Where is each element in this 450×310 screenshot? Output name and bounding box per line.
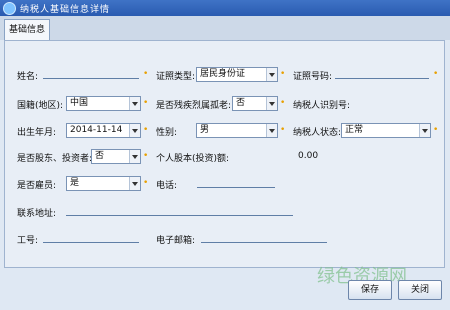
employee-select[interactable]: 是 bbox=[66, 176, 141, 191]
required-marker: • bbox=[280, 98, 286, 108]
job-no-label: 工号: bbox=[17, 236, 39, 246]
close-button[interactable]: 关闭 bbox=[398, 280, 442, 300]
birth-label: 出生年月: bbox=[17, 128, 57, 138]
required-marker: • bbox=[143, 125, 149, 135]
gender-select[interactable]: 男 bbox=[196, 123, 278, 138]
chevron-down-icon[interactable] bbox=[129, 124, 140, 137]
id-type-select[interactable]: 居民身份证 bbox=[196, 67, 278, 82]
chevron-down-icon[interactable] bbox=[266, 97, 277, 110]
id-number-input[interactable] bbox=[335, 78, 429, 79]
address-input[interactable] bbox=[66, 215, 293, 216]
chevron-down-icon[interactable] bbox=[266, 68, 277, 81]
shareholder-value: 否 bbox=[95, 151, 105, 161]
chevron-down-icon[interactable] bbox=[129, 177, 140, 190]
disabled-select[interactable]: 否 bbox=[232, 96, 278, 111]
tab-basic-info[interactable]: 基础信息 bbox=[4, 19, 51, 40]
required-marker: • bbox=[280, 125, 286, 135]
nationality-value: 中国 bbox=[70, 98, 89, 108]
phone-label: 电话: bbox=[156, 181, 178, 191]
equity-label: 个人股本(投资)额: bbox=[156, 154, 230, 164]
chevron-down-icon[interactable] bbox=[129, 97, 140, 110]
name-input[interactable] bbox=[43, 78, 139, 79]
chevron-down-icon[interactable] bbox=[419, 124, 430, 137]
nationality-select[interactable]: 中国 bbox=[66, 96, 141, 111]
id-number-label: 证照号码: bbox=[293, 72, 333, 82]
equity-value: 0.00 bbox=[298, 151, 319, 161]
form-panel: 姓名: • 证照类型: 居民身份证 • 证照号码: • 国籍(地区): 中国 •… bbox=[4, 40, 445, 268]
address-label: 联系地址: bbox=[17, 209, 57, 219]
employee-value: 是 bbox=[70, 178, 80, 188]
chevron-down-icon[interactable] bbox=[129, 150, 140, 163]
required-marker: • bbox=[143, 178, 149, 188]
id-type-label: 证照类型: bbox=[156, 72, 196, 82]
email-input[interactable] bbox=[201, 242, 327, 243]
disabled-label: 是否残疾烈属孤老: bbox=[156, 101, 232, 111]
job-no-input[interactable] bbox=[43, 242, 139, 243]
status-label: 纳税人状态: bbox=[293, 128, 342, 138]
tab-bar: 基础信息 bbox=[0, 16, 450, 40]
required-marker: • bbox=[143, 98, 149, 108]
nationality-label: 国籍(地区): bbox=[17, 101, 64, 111]
phone-input[interactable] bbox=[197, 187, 275, 188]
disabled-value: 否 bbox=[236, 98, 246, 108]
email-label: 电子邮箱: bbox=[156, 236, 196, 246]
employee-label: 是否雇员: bbox=[17, 181, 57, 191]
gender-value: 男 bbox=[200, 125, 210, 135]
required-marker: • bbox=[143, 69, 149, 79]
required-marker: • bbox=[280, 69, 286, 79]
id-type-value: 居民身份证 bbox=[200, 69, 246, 79]
required-marker: • bbox=[433, 69, 439, 79]
save-button[interactable]: 保存 bbox=[348, 280, 392, 300]
required-marker: • bbox=[143, 151, 149, 161]
status-select[interactable]: 正常 bbox=[341, 123, 431, 138]
birth-value: 2014-11-14 bbox=[70, 125, 123, 135]
taxpayer-id-label: 纳税人识别号: bbox=[293, 101, 351, 111]
status-value: 正常 bbox=[345, 125, 364, 135]
required-marker: • bbox=[433, 125, 439, 135]
gender-label: 性别: bbox=[156, 128, 178, 138]
shareholder-label: 是否股东、投资者: bbox=[17, 154, 93, 164]
title-bar: 纳税人基础信息详情 bbox=[0, 0, 450, 16]
name-label: 姓名: bbox=[17, 72, 39, 82]
app-icon bbox=[3, 2, 16, 15]
chevron-down-icon[interactable] bbox=[266, 124, 277, 137]
window-title: 纳税人基础信息详情 bbox=[20, 5, 111, 15]
birth-date-picker[interactable]: 2014-11-14 bbox=[66, 123, 141, 138]
shareholder-select[interactable]: 否 bbox=[91, 149, 141, 164]
